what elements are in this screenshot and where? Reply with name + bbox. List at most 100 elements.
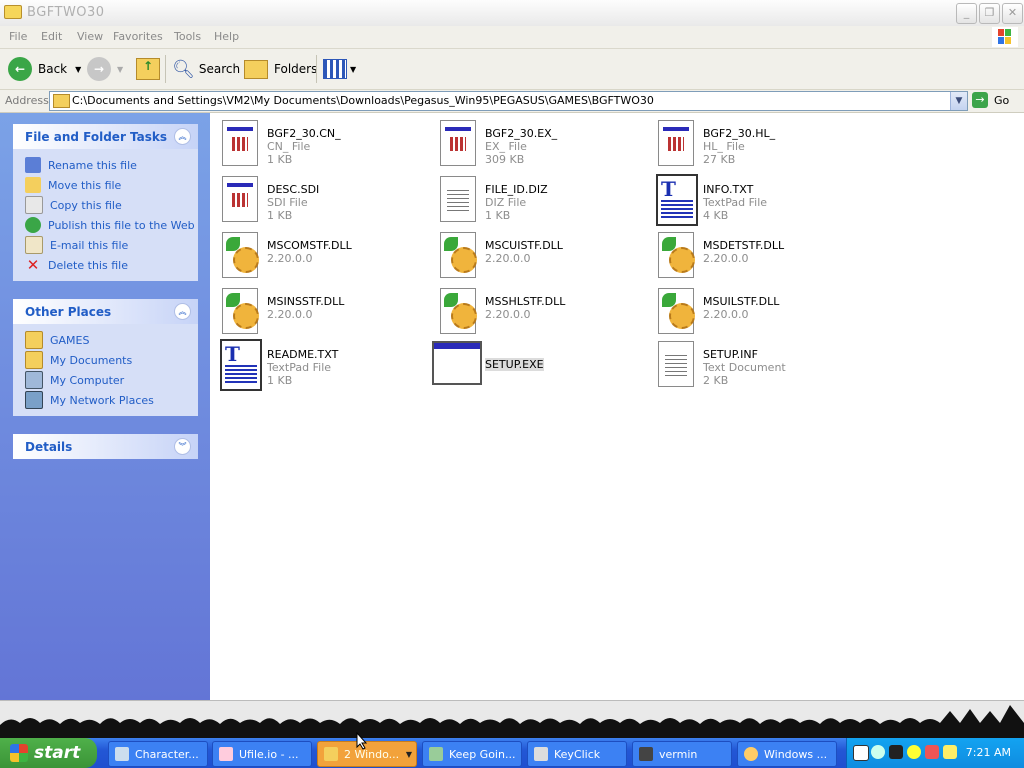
- file-item[interactable]: MSCUISTF.DLL 2.20.0.0: [436, 230, 646, 280]
- silhouette-strip: [0, 700, 1024, 739]
- task-email[interactable]: E-mail this file: [13, 235, 198, 255]
- place-label: My Network Places: [50, 393, 154, 407]
- file-type: TextPad File: [703, 196, 768, 209]
- collapse-chevron-icon[interactable]: ︽: [174, 303, 191, 320]
- file-type: DIZ File: [485, 196, 527, 209]
- place-my-documents[interactable]: My Documents: [13, 350, 198, 370]
- file-list: BGF2_30.CN_ CN_ File 1 KB BGF2_30.EX_ EX…: [210, 113, 1024, 700]
- close-button[interactable]: ✕: [1002, 3, 1023, 24]
- file-item-selected[interactable]: SETUP.EXE: [432, 339, 642, 389]
- title-bar: BGFTWO30 _ ❐ ✕: [0, 0, 1024, 27]
- menu-tools[interactable]: Tools: [174, 30, 201, 43]
- address-input[interactable]: C:\Documents and Settings\VM2\My Documen…: [49, 91, 968, 111]
- file-item[interactable]: FILE_ID.DIZ DIZ File 1 KB: [436, 174, 646, 224]
- place-games[interactable]: GAMES: [13, 330, 198, 350]
- my-documents-icon: [25, 351, 43, 369]
- task-label: Rename this file: [48, 158, 137, 172]
- file-size: 1 KB: [485, 209, 511, 222]
- forward-button[interactable]: → ▼: [87, 55, 123, 83]
- menu-file[interactable]: File: [9, 30, 27, 43]
- file-item[interactable]: MSDETSTF.DLL 2.20.0.0: [654, 230, 864, 280]
- start-label: start: [34, 743, 81, 763]
- task-label: Delete this file: [48, 258, 128, 272]
- up-folder-button[interactable]: ↑: [136, 55, 160, 83]
- file-item[interactable]: BGF2_30.HL_ HL_ File 27 KB: [654, 118, 864, 168]
- file-item[interactable]: SETUP.INF Text Document 2 KB: [654, 339, 864, 389]
- file-item[interactable]: MSINSSTF.DLL 2.20.0.0: [218, 286, 428, 336]
- folders-label: Folders: [274, 62, 318, 76]
- clock[interactable]: 7:21 AM: [966, 746, 1011, 759]
- taskbar-button[interactable]: Ufile.io - ...: [212, 741, 312, 767]
- generic-file-icon: [654, 118, 698, 166]
- file-name: FILE_ID.DIZ: [485, 183, 548, 196]
- file-size: 1 KB: [267, 209, 293, 222]
- taskbar: start Character... Ufile.io - ... 2 Wind…: [0, 738, 1024, 768]
- file-name: MSCOMSTF.DLL: [267, 239, 352, 252]
- file-item[interactable]: BGF2_30.EX_ EX_ File 309 KB: [436, 118, 646, 168]
- file-item[interactable]: MSCOMSTF.DLL 2.20.0.0: [218, 230, 428, 280]
- text-file-icon: [654, 339, 698, 387]
- panel-header[interactable]: Other Places ︽: [13, 299, 198, 324]
- keyclick-icon: [534, 747, 548, 761]
- address-label: Address: [5, 94, 49, 107]
- place-label: My Computer: [50, 373, 125, 387]
- minimize-button[interactable]: _: [956, 3, 977, 24]
- exe-window-icon: [432, 339, 482, 387]
- back-label: Back: [38, 62, 68, 76]
- task-copy[interactable]: Copy this file: [13, 195, 198, 215]
- place-my-computer[interactable]: My Computer: [13, 370, 198, 390]
- file-type: Text Document: [703, 361, 786, 374]
- panel-header[interactable]: File and Folder Tasks ︽: [13, 124, 198, 149]
- generic-file-icon: [218, 174, 262, 222]
- task-label: Copy this file: [50, 198, 122, 212]
- file-item[interactable]: T INFO.TXT TextPad File 4 KB: [654, 174, 864, 226]
- menu-edit[interactable]: Edit: [41, 30, 62, 43]
- file-name: MSUILSTF.DLL: [703, 295, 780, 308]
- task-rename[interactable]: Rename this file: [13, 155, 198, 175]
- panel-header[interactable]: Details ︾: [13, 434, 198, 459]
- file-size: 4 KB: [703, 209, 729, 222]
- taskbar-button[interactable]: KeyClick: [527, 741, 627, 767]
- file-item[interactable]: MSUILSTF.DLL 2.20.0.0: [654, 286, 864, 336]
- taskbar-button[interactable]: Windows ...: [737, 741, 837, 767]
- menu-bar: File Edit View Favorites Tools Help: [0, 26, 1024, 49]
- go-button[interactable]: → Go: [972, 91, 1020, 109]
- tray-app-icon[interactable]: [943, 745, 957, 759]
- task-move[interactable]: Move this file: [13, 175, 198, 195]
- menu-view[interactable]: View: [77, 30, 103, 43]
- folder-icon: [324, 747, 338, 761]
- file-type: CN_ File: [267, 140, 311, 153]
- menu-help[interactable]: Help: [214, 30, 239, 43]
- search-button[interactable]: 🔍︎ Search: [172, 55, 240, 83]
- views-button[interactable]: ▼: [323, 55, 356, 83]
- back-button[interactable]: ← Back ▼: [8, 55, 81, 83]
- folder-icon: [4, 5, 22, 19]
- file-item[interactable]: T README.TXT TextPad File 1 KB: [218, 339, 428, 391]
- taskbar-label: Windows ...: [764, 747, 828, 761]
- tray-app-icon[interactable]: [907, 745, 921, 759]
- tray-app-icon[interactable]: [889, 745, 903, 759]
- tray-app-icon[interactable]: [925, 745, 939, 759]
- restore-button[interactable]: ❐: [979, 3, 1000, 24]
- file-item[interactable]: DESC.SDI SDI File 1 KB: [218, 174, 428, 224]
- taskbar-button[interactable]: Keep Goin...: [422, 741, 522, 767]
- folders-button[interactable]: Folders: [244, 55, 317, 83]
- place-my-network[interactable]: My Network Places: [13, 390, 198, 410]
- chevron-left-icon[interactable]: [871, 745, 885, 759]
- file-item[interactable]: BGF2_30.CN_ CN_ File 1 KB: [218, 118, 428, 168]
- start-button[interactable]: start: [0, 738, 97, 768]
- media-player-icon: [744, 747, 758, 761]
- task-publish[interactable]: Publish this file to the Web: [13, 215, 198, 235]
- collapse-chevron-icon[interactable]: ︽: [174, 128, 191, 145]
- address-path: C:\Documents and Settings\VM2\My Documen…: [72, 94, 654, 107]
- help-icon[interactable]: [853, 745, 869, 761]
- expand-chevron-icon[interactable]: ︾: [174, 438, 191, 455]
- file-size: 309 KB: [485, 153, 525, 166]
- taskbar-button[interactable]: vermin: [632, 741, 732, 767]
- file-name: MSDETSTF.DLL: [703, 239, 785, 252]
- taskbar-button[interactable]: Character...: [108, 741, 208, 767]
- menu-favorites[interactable]: Favorites: [113, 30, 163, 43]
- task-delete[interactable]: ✕ Delete this file: [13, 255, 198, 275]
- address-dropdown-button[interactable]: ▼: [950, 92, 967, 110]
- file-item[interactable]: MSSHLSTF.DLL 2.20.0.0: [436, 286, 646, 336]
